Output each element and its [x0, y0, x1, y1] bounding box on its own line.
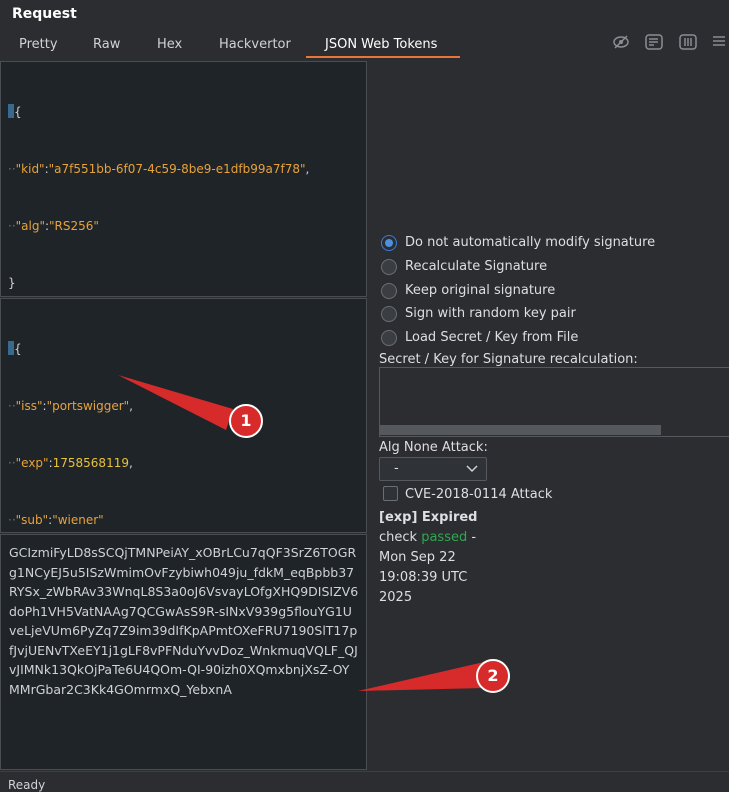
- arrow-2: [358, 662, 484, 691]
- annotation-arrows: [118, 375, 484, 691]
- status-bar-text: Ready: [8, 778, 46, 792]
- annotation-badge-2: 2: [476, 659, 510, 693]
- annotation-badge-1: 1: [229, 404, 263, 438]
- status-bar: Ready: [0, 771, 729, 792]
- arrow-1: [118, 375, 233, 430]
